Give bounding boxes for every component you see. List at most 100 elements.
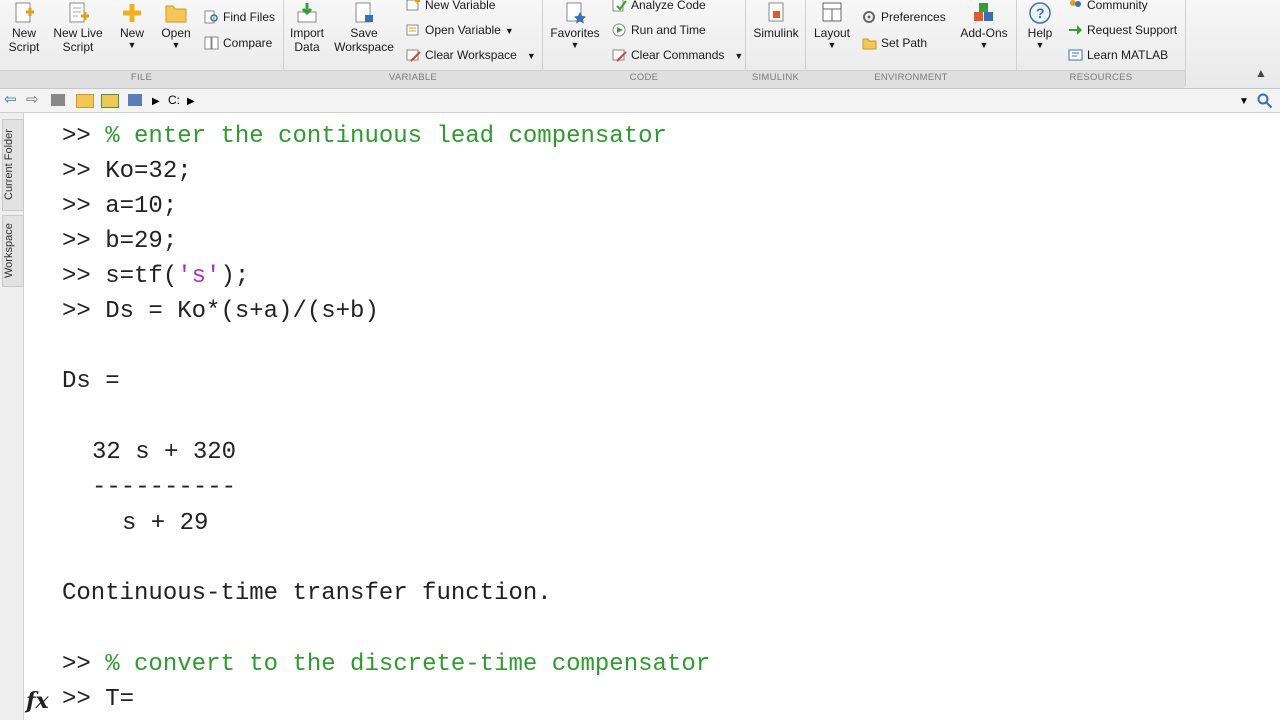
tab-current-folder[interactable]: Current Folder — [2, 119, 24, 211]
prompt: >> — [62, 263, 91, 290]
search-icon[interactable] — [1257, 93, 1273, 109]
find-files-label: Find Files — [223, 10, 276, 24]
favorites-button[interactable]: Favorites ▼ — [548, 2, 602, 50]
new-live-script-label: New Live Script — [53, 26, 103, 54]
command-text: Ko=32; — [105, 158, 192, 185]
command-line: >> % enter the continuous lead compensat… — [62, 122, 667, 152]
clear-workspace-label: Clear Workspace — [425, 48, 517, 62]
request-support-icon — [1069, 25, 1082, 35]
output-denominator: s + 29 — [122, 510, 209, 537]
section-file-label: FILE — [130, 72, 153, 83]
path-dropdown-icon[interactable]: ▼ — [1239, 94, 1249, 110]
add-ons-dropdown-icon: ▼ — [979, 40, 989, 50]
open-label: Open — [161, 26, 191, 40]
analyze-code-button[interactable]: Analyze Code — [612, 0, 706, 14]
add-ons-label: Add-Ons — [960, 26, 1008, 40]
learn-matlab-button[interactable]: Learn MATLAB — [1068, 46, 1168, 64]
run-and-time-icon — [612, 23, 626, 37]
prompt: >> — [62, 193, 91, 220]
new-script-button[interactable]: New Script — [4, 2, 44, 54]
learn-matlab-icon — [1068, 49, 1083, 61]
prompt: >> — [62, 651, 91, 678]
open-variable-button[interactable]: Open Variable ▼ — [406, 21, 514, 39]
compare-icon — [204, 36, 219, 50]
favorites-dropdown-icon: ▼ — [570, 40, 580, 50]
community-icon — [1070, 0, 1081, 7]
browse-folder-icon[interactable] — [76, 94, 94, 108]
help-label: Help — [1027, 26, 1053, 40]
path-arrow-icon: ▶ — [152, 96, 160, 107]
command-line: >> b=29; — [62, 227, 177, 257]
folder-icon — [165, 5, 187, 23]
new-live-script-icon — [69, 2, 89, 23]
import-data-label: Import Data — [289, 26, 324, 54]
new-label: New — [119, 26, 144, 40]
import-data-button[interactable]: Import Data — [286, 2, 328, 54]
output-numerator: 32 s + 320 — [92, 439, 237, 466]
forward-arrow-icon[interactable]: ⇨ — [26, 92, 39, 108]
toolstrip: New Script New Live Script New ▼ Open ▼ … — [0, 0, 1280, 89]
open-button[interactable]: Open ▼ — [158, 2, 194, 50]
set-path-button[interactable]: Set Path — [862, 34, 927, 52]
new-variable-label: New Variable — [425, 0, 496, 12]
favorites-icon — [566, 2, 586, 24]
tab-workspace[interactable]: Workspace — [2, 215, 24, 287]
comment-text: % enter the continuous lead compensator — [105, 123, 667, 150]
compare-label: Compare — [223, 36, 273, 50]
up-folder-icon[interactable] — [51, 94, 65, 106]
preferences-button[interactable]: Preferences — [862, 8, 946, 26]
clear-workspace-dropdown-icon: ▼ — [526, 51, 536, 61]
output-text: Continuous-time transfer function. — [62, 580, 552, 607]
new-script-icon — [15, 2, 34, 23]
help-button[interactable]: ? Help ▼ — [1020, 2, 1060, 50]
collapse-toolstrip-icon[interactable]: ▲ — [1255, 66, 1267, 80]
gear-icon — [863, 11, 875, 23]
community-button[interactable]: Community — [1068, 0, 1148, 14]
command-line: >> s=tf('s'); — [62, 262, 249, 292]
find-files-button[interactable]: Find Files — [204, 8, 275, 26]
save-workspace-icon — [355, 2, 373, 23]
learn-matlab-label: Learn MATLAB — [1087, 48, 1169, 62]
analyze-code-icon — [612, 0, 627, 12]
clear-commands-icon — [612, 49, 627, 62]
drive-icon — [128, 94, 142, 106]
new-live-script-button[interactable]: New Live Script — [48, 2, 108, 54]
run-and-time-button[interactable]: Run and Time — [612, 21, 706, 39]
request-support-button[interactable]: Request Support — [1068, 21, 1177, 39]
add-ons-icon — [974, 3, 993, 21]
new-dropdown-icon: ▼ — [127, 40, 137, 50]
preferences-label: Preferences — [881, 10, 946, 24]
analyze-code-label: Analyze Code — [631, 0, 706, 12]
command-text: s=tf( — [105, 263, 178, 290]
section-code-label: CODE — [629, 72, 659, 83]
new-button[interactable]: New ▼ — [114, 2, 150, 50]
command-text: T= — [105, 686, 135, 713]
prompt: >> — [62, 686, 91, 713]
separator — [1185, 0, 1186, 86]
open-folder-icon[interactable] — [101, 94, 119, 108]
plus-icon — [123, 4, 141, 22]
string-literal: 's' — [177, 263, 221, 290]
prompt: >> — [62, 123, 91, 150]
simulink-icon — [768, 2, 784, 22]
command-line: >> Ds = Ko*(s+a)/(s+b) — [62, 297, 379, 327]
command-text: ); — [220, 263, 250, 290]
open-variable-icon — [406, 24, 419, 36]
save-workspace-label: Save Workspace — [334, 26, 394, 54]
clear-commands-button[interactable]: Clear Commands ▼ — [612, 46, 743, 64]
find-files-icon — [204, 10, 218, 24]
save-workspace-button[interactable]: Save Workspace — [332, 2, 396, 54]
new-variable-button[interactable]: New Variable — [406, 0, 495, 14]
command-window[interactable]: >> % enter the continuous lead compensat… — [24, 113, 1280, 720]
clear-workspace-button[interactable]: Clear Workspace ▼ — [406, 46, 536, 64]
command-text: a=10; — [105, 193, 178, 220]
clear-commands-label: Clear Commands — [631, 48, 725, 62]
add-ons-button[interactable]: Add-Ons ▼ — [956, 2, 1012, 50]
back-arrow-icon[interactable]: ⇦ — [4, 92, 17, 108]
compare-button[interactable]: Compare — [204, 34, 272, 52]
command-text: b=29; — [105, 228, 178, 255]
simulink-button[interactable]: Simulink — [750, 2, 802, 40]
function-browser-icon[interactable]: fx — [26, 688, 49, 714]
layout-button[interactable]: Layout ▼ — [810, 2, 854, 50]
current-path[interactable]: C: — [168, 93, 180, 107]
